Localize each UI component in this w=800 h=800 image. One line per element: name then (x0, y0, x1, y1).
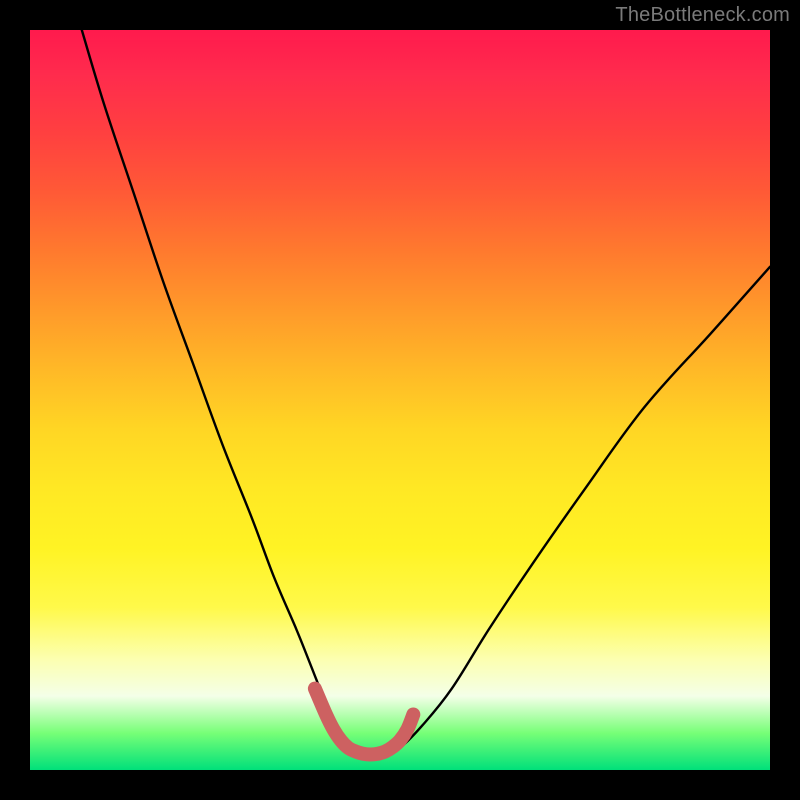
highlight-segment (315, 689, 413, 755)
bottleneck-curve (82, 30, 770, 756)
curve-svg (30, 30, 770, 770)
plot-area (30, 30, 770, 770)
chart-frame: TheBottleneck.com (0, 0, 800, 800)
watermark-text: TheBottleneck.com (615, 4, 790, 27)
